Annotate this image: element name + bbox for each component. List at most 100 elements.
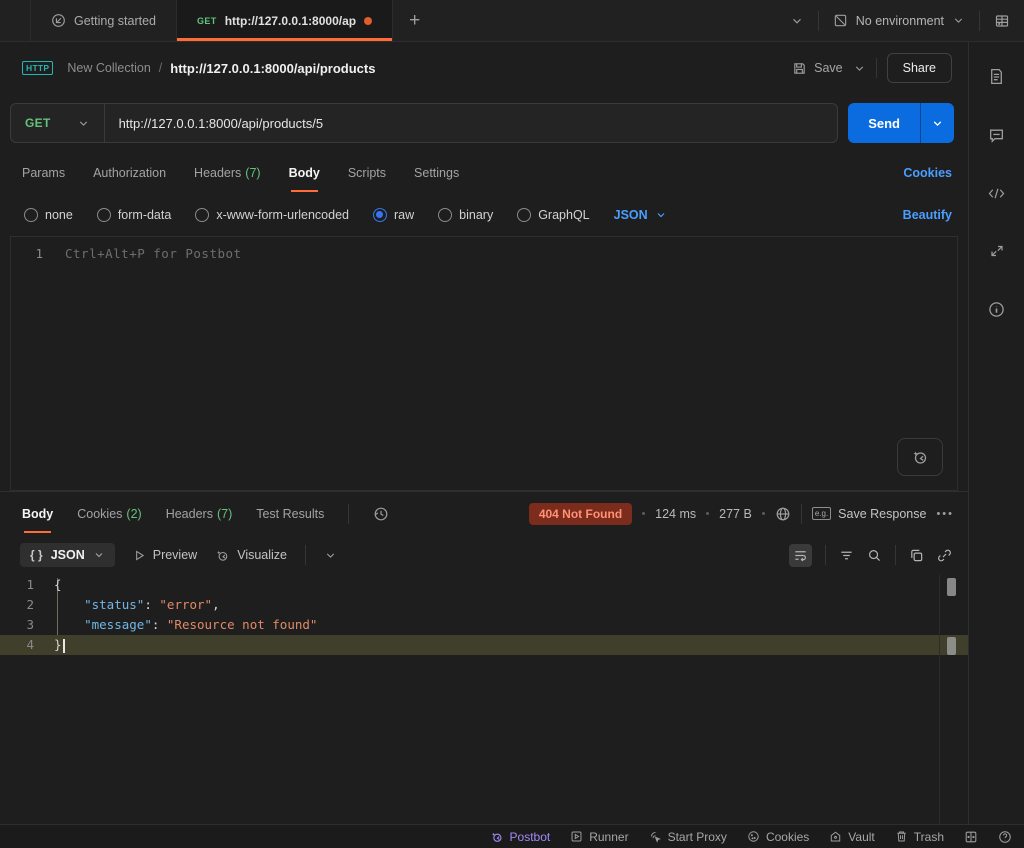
divider [801, 504, 802, 524]
runner-icon [570, 830, 583, 843]
code-line-1: 1 { [0, 575, 968, 595]
send-button[interactable]: Send [848, 103, 920, 143]
statusbar-postbot[interactable]: Postbot [490, 830, 551, 844]
method-selector[interactable]: GET [11, 116, 104, 130]
preview-button[interactable]: Preview [133, 548, 197, 562]
word-wrap-icon[interactable] [789, 544, 812, 567]
code-line-3: 3 "message": "Resource not found" [0, 615, 968, 635]
body-type-raw[interactable]: raw [373, 208, 414, 222]
body-type-none[interactable]: none [24, 208, 73, 222]
radio-icon [195, 208, 209, 222]
response-time[interactable]: 124 ms [655, 507, 696, 521]
url-input[interactable]: http://127.0.0.1:8000/api/products/5 [105, 116, 324, 131]
request-body-editor[interactable]: 1 Ctrl+Alt+P for Postbot [10, 236, 958, 491]
documentation-icon[interactable] [988, 68, 1005, 85]
tab-authorization[interactable]: Authorization [93, 166, 166, 180]
body-type-form-data[interactable]: form-data [97, 208, 172, 222]
cookies-count: (2) [126, 507, 141, 521]
vault-icon [829, 830, 842, 843]
tab-scripts[interactable]: Scripts [348, 166, 386, 180]
response-tab-test-results[interactable]: Test Results [256, 507, 324, 521]
radio-icon [97, 208, 111, 222]
postbot-button[interactable] [897, 438, 943, 476]
cookies-link[interactable]: Cookies [903, 166, 952, 180]
status-badge[interactable]: 404 Not Found [529, 503, 632, 525]
visualize-button[interactable]: Visualize [215, 548, 287, 563]
filter-icon[interactable] [839, 548, 854, 563]
tab-url: http://127.0.0.1:8000/ap [225, 14, 356, 28]
environment-selector[interactable]: No environment [833, 13, 965, 28]
comments-icon[interactable] [988, 127, 1005, 144]
scrollbar-mark[interactable] [947, 578, 956, 596]
divider [895, 545, 896, 565]
unsaved-dot-icon [364, 17, 372, 25]
tab-params[interactable]: Params [22, 166, 65, 180]
example-icon: e.g. [812, 507, 831, 520]
tab-settings[interactable]: Settings [414, 166, 459, 180]
dot-separator [762, 512, 765, 515]
tab-request-active[interactable]: GET http://127.0.0.1:8000/ap [177, 0, 393, 41]
split-panel-icon[interactable] [964, 830, 978, 844]
tab-list-chevron-icon[interactable] [790, 14, 804, 28]
body-type-graphql[interactable]: GraphQL [517, 208, 589, 222]
network-globe-icon[interactable] [775, 506, 791, 522]
more-options-icon[interactable]: ••• [936, 508, 954, 520]
radio-icon [517, 208, 531, 222]
statusbar-runner[interactable]: Runner [570, 830, 628, 844]
environment-quick-look-icon[interactable] [994, 13, 1010, 29]
line-number: 1 [11, 246, 65, 261]
help-icon[interactable] [998, 830, 1012, 844]
copy-icon[interactable] [909, 548, 924, 563]
save-response-button[interactable]: e.g. Save Response [812, 507, 927, 521]
launchpad-icon [51, 13, 66, 28]
visualize-chevron-icon[interactable] [324, 549, 337, 562]
new-tab-button[interactable]: + [393, 0, 436, 41]
statusbar-start-proxy[interactable]: Start Proxy [649, 830, 727, 844]
request-header: HTTP New Collection / http://127.0.0.1:8… [0, 42, 968, 94]
body-type-urlencoded[interactable]: x-www-form-urlencoded [195, 208, 349, 222]
search-icon[interactable] [867, 548, 882, 563]
response-tab-cookies[interactable]: Cookies(2) [77, 507, 141, 521]
postbot-icon [911, 448, 929, 466]
radio-icon [438, 208, 452, 222]
url-input-container: GET http://127.0.0.1:8000/api/products/5 [10, 103, 838, 143]
response-size[interactable]: 277 B [719, 507, 752, 521]
breadcrumb-collection[interactable]: New Collection [67, 61, 150, 75]
beautify-link[interactable]: Beautify [903, 208, 952, 222]
language-selector[interactable]: JSON [614, 208, 667, 222]
statusbar-trash[interactable]: Trash [895, 830, 944, 844]
headers-count: (7) [245, 166, 260, 180]
response-format-selector[interactable]: { } JSON [20, 543, 115, 567]
language-label: JSON [614, 208, 648, 222]
send-options-chevron-icon[interactable] [920, 103, 954, 143]
divider [876, 58, 877, 78]
tab-method: GET [197, 16, 217, 26]
related-requests-icon[interactable] [989, 243, 1005, 259]
breadcrumb-request-title[interactable]: http://127.0.0.1:8000/api/products [170, 61, 375, 76]
save-options-chevron-icon[interactable] [853, 62, 866, 75]
tab-body[interactable]: Body [289, 166, 320, 180]
scrollbar-mark[interactable] [947, 637, 956, 655]
save-label: Save [814, 61, 843, 75]
request-url-row: GET http://127.0.0.1:8000/api/products/5… [0, 94, 968, 152]
response-history-icon[interactable] [373, 506, 389, 522]
link-icon[interactable] [937, 548, 952, 563]
body-type-binary[interactable]: binary [438, 208, 493, 222]
tab-getting-started[interactable]: Getting started [30, 0, 177, 41]
code-snippet-icon[interactable] [987, 186, 1006, 201]
response-tab-body[interactable]: Body [22, 507, 53, 521]
response-body-editor[interactable]: 1 { 2 "status": "error", 3 "message": "R… [0, 575, 968, 824]
scrollbar-gutter [939, 575, 940, 824]
save-button[interactable]: Save [792, 61, 843, 76]
response-tab-headers[interactable]: Headers(7) [166, 507, 233, 521]
statusbar-cookies[interactable]: Cookies [747, 830, 809, 844]
divider [818, 11, 819, 31]
share-button[interactable]: Share [887, 53, 952, 83]
start-proxy-icon [649, 830, 662, 843]
visualize-postbot-icon [215, 548, 230, 563]
info-icon[interactable] [988, 301, 1005, 318]
statusbar-vault[interactable]: Vault [829, 830, 874, 844]
divider [825, 545, 826, 565]
breadcrumb-separator: / [159, 61, 162, 75]
tab-headers[interactable]: Headers(7) [194, 166, 261, 180]
